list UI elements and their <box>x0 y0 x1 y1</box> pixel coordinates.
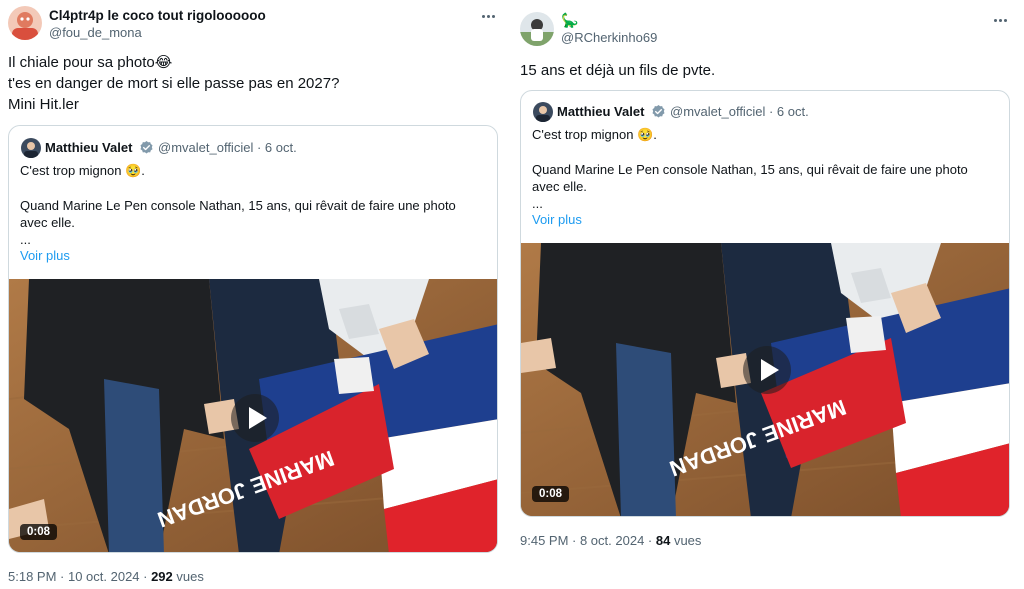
quoted-text-line-2: Quand Marine Le Pen console Nathan, 15 a… <box>20 198 456 213</box>
verified-badge-icon <box>139 140 154 155</box>
quoted-text-line-3: avec elle. <box>20 215 75 230</box>
video-player[interactable]: MARINE JORDAN 0:08 <box>9 279 497 552</box>
author-avatar[interactable] <box>8 6 42 40</box>
tweet-text-line-2: t'es en danger de mort si elle passe pas… <box>8 75 340 92</box>
views-label: vues <box>172 569 204 584</box>
play-icon <box>761 359 779 381</box>
tweet-timestamp-views[interactable]: 5:18 PM · 10 oct. 2024 · 292 vues <box>8 569 204 584</box>
quoted-text-line-4: ... <box>20 232 31 247</box>
quoted-text-line-2: Quand Marine Le Pen console Nathan, 15 a… <box>532 162 968 177</box>
quoted-tweet[interactable]: Matthieu Valet @mvalet_officiel · 6 oct.… <box>520 90 1010 517</box>
quoted-author-name[interactable]: Matthieu Valet <box>45 140 132 155</box>
more-options-icon[interactable] <box>990 13 1010 27</box>
author-handle[interactable]: @RCherkinho69 <box>561 30 657 45</box>
quoted-tweet[interactable]: Matthieu Valet @mvalet_officiel · 6 oct.… <box>8 125 498 553</box>
author-handle[interactable]: @fou_de_mona <box>49 25 142 40</box>
views-count: 84 <box>655 533 671 548</box>
tweet-right[interactable]: 🦕 @RCherkinho69 15 ans et déjà un fils d… <box>512 0 1024 589</box>
tweet-left[interactable]: Cl4ptr4p le coco tout rigoloooooo @fou_d… <box>0 0 512 589</box>
tweet-text-line-3: Mini Hit.ler <box>8 96 79 113</box>
quoted-text-line-1: C'est trop mignon 🥹. <box>20 163 145 178</box>
quoted-handle-date[interactable]: @mvalet_officiel · 6 oct. <box>670 104 809 119</box>
quoted-author-avatar[interactable] <box>21 138 41 158</box>
video-player[interactable]: MARINE JORDAN 0:08 <box>521 243 1009 516</box>
quoted-handle-date[interactable]: @mvalet_officiel · 6 oct. <box>158 140 297 155</box>
author-avatar[interactable] <box>520 12 554 46</box>
play-button[interactable] <box>231 394 279 442</box>
video-duration: 0:08 <box>532 486 570 502</box>
video-duration: 0:08 <box>20 524 58 540</box>
quoted-author-avatar[interactable] <box>533 102 553 122</box>
show-more-link[interactable]: Voir plus <box>532 212 582 227</box>
play-button[interactable] <box>743 346 791 394</box>
verified-badge-icon <box>651 104 666 119</box>
play-icon <box>249 407 267 429</box>
author-name[interactable]: 🦕 <box>561 12 578 29</box>
tweet-timestamp[interactable]: 5:18 PM · 10 oct. 2024 · <box>8 569 151 584</box>
quoted-text-line-4: ... <box>532 196 543 211</box>
author-name[interactable]: Cl4ptr4p le coco tout rigoloooooo <box>49 8 266 23</box>
tweet-text: 15 ans et déjà un fils de pvte. <box>520 62 716 79</box>
quoted-text-line-1: C'est trop mignon 🥹. <box>532 127 657 142</box>
show-more-link[interactable]: Voir plus <box>20 248 70 263</box>
views-count: 292 <box>151 569 173 584</box>
views-label: vues <box>670 533 702 548</box>
tweet-text-line-1: Il chiale pour sa photo😂 <box>8 54 173 71</box>
tweet-timestamp[interactable]: 9:45 PM · 8 oct. 2024 · <box>520 533 656 548</box>
more-options-icon[interactable] <box>478 9 498 23</box>
tweet-timestamp-views[interactable]: 9:45 PM · 8 oct. 2024 · 84 vues <box>520 533 701 548</box>
quoted-author-name[interactable]: Matthieu Valet <box>557 104 644 119</box>
quoted-text-line-3: avec elle. <box>532 179 587 194</box>
